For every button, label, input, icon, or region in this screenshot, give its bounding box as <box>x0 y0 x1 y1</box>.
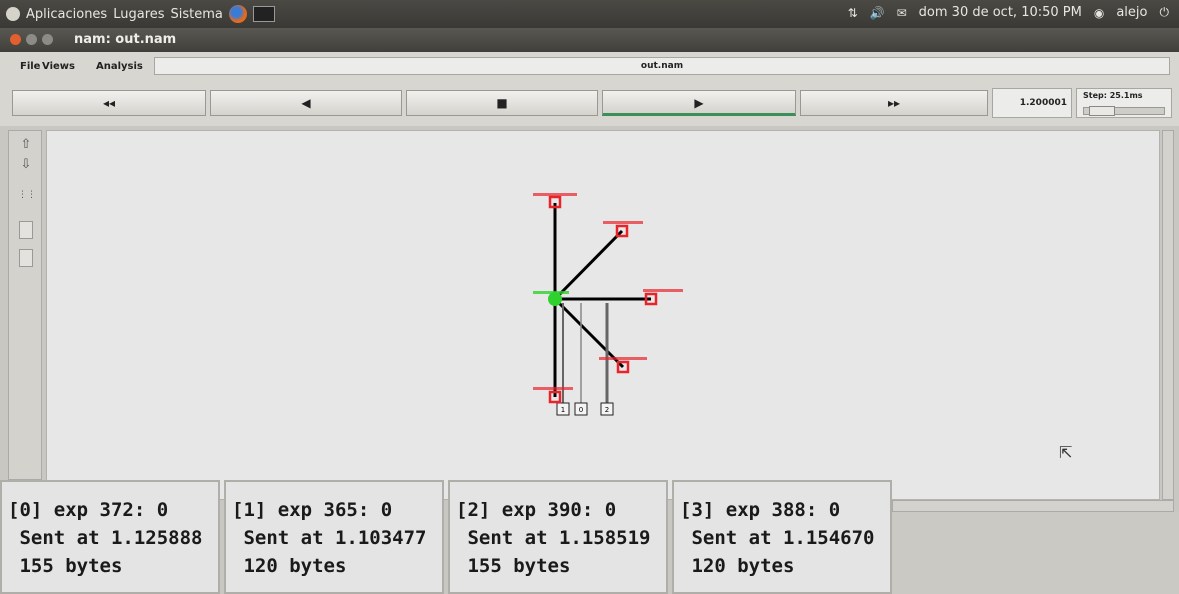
user-icon: ◉ <box>1093 5 1105 20</box>
firefox-icon[interactable] <box>228 5 247 23</box>
zoom-toolbar: ⇧ ⇩ ⋮⋮ <box>8 130 42 480</box>
menu-lugares[interactable]: Lugares <box>113 7 164 22</box>
packet-id: [0] exp 372: 0 <box>8 499 169 521</box>
power-icon[interactable]: ⏻ <box>1160 5 1170 20</box>
node-label-5 <box>533 387 573 390</box>
stop-button[interactable]: ■ <box>406 90 598 116</box>
gnome-foot-icon[interactable] <box>6 7 20 21</box>
window-title: nam: out.nam <box>74 32 177 47</box>
link-0-4 <box>553 297 625 369</box>
packet-info-panel[interactable]: [1] exp 365: 0 Sent at 1.103477 120 byte… <box>224 480 444 594</box>
queue-label-0: 0 <box>579 406 583 414</box>
bottom-area <box>892 512 1179 594</box>
step-slider-thumb[interactable] <box>1089 106 1115 116</box>
packet-sent-time: Sent at 1.125888 <box>8 527 203 549</box>
volume-icon[interactable]: 🔊 <box>870 6 885 20</box>
simulation-time: 1.200001 <box>992 88 1072 118</box>
packet-id: [1] exp 365: 0 <box>232 499 393 521</box>
system-panel: Aplicaciones Lugares Sistema ⇅ 🔊 ✉ dom 3… <box>0 0 1179 28</box>
step-control: Step: 25.1ms <box>1076 88 1172 118</box>
packet-sent-time: Sent at 1.158519 <box>456 527 651 549</box>
minimize-window-button[interactable] <box>26 34 37 45</box>
packet-sent-time: Sent at 1.154670 <box>680 527 875 549</box>
toggle-button-a[interactable] <box>19 221 33 239</box>
node-label-2 <box>603 221 643 224</box>
packet-size: 120 bytes <box>680 555 795 577</box>
window-title-bar: nam: out.nam <box>0 28 1179 52</box>
vertical-scrollbar[interactable] <box>1162 130 1174 500</box>
close-window-button[interactable] <box>10 34 21 45</box>
packet-info-panel[interactable]: [3] exp 388: 0 Sent at 1.154670 120 byte… <box>672 480 892 594</box>
packet-size: 155 bytes <box>456 555 571 577</box>
terminal-icon[interactable] <box>252 6 275 22</box>
node-label-3 <box>643 289 683 292</box>
packet-id: [3] exp 388: 0 <box>680 499 841 521</box>
node-label-4 <box>599 357 647 360</box>
trace-file-name: out.nam <box>154 57 1170 75</box>
menu-file[interactable]: File <box>20 61 40 72</box>
packet-sent-time: Sent at 1.103477 <box>232 527 427 549</box>
menu-sistema[interactable]: Sistema <box>171 7 223 22</box>
maximize-window-button[interactable] <box>42 34 53 45</box>
router-node-0[interactable] <box>548 292 562 306</box>
step-back-button[interactable]: ◀ <box>210 90 402 116</box>
packet-size: 155 bytes <box>8 555 123 577</box>
packet-info-panel[interactable]: [0] exp 372: 0 Sent at 1.125888 155 byte… <box>0 480 220 594</box>
rewind-button[interactable]: ◂◂ <box>12 90 206 116</box>
node-label-1 <box>533 193 577 196</box>
menu-bar: File Views Analysis out.nam <box>0 52 1179 83</box>
toggle-button-b[interactable] <box>19 249 33 267</box>
network-icon[interactable]: ⇅ <box>848 6 858 20</box>
user-name[interactable]: alejo <box>1116 5 1147 20</box>
clock[interactable]: dom 30 de oct, 10:50 PM <box>919 5 1082 20</box>
packet-id: [2] exp 390: 0 <box>456 499 617 521</box>
zoom-in-icon[interactable]: ⇧ <box>18 137 34 153</box>
menu-views[interactable]: Views <box>42 61 75 72</box>
play-button[interactable]: ▶ <box>602 90 796 116</box>
zoom-out-icon[interactable]: ⇩ <box>18 157 34 173</box>
topology-graph: 1 0 2 <box>533 193 683 416</box>
menu-aplicaciones[interactable]: Aplicaciones <box>26 7 107 22</box>
network-canvas[interactable]: 1 0 2 ⇱ <box>46 130 1160 500</box>
step-label: Step: 25.1ms <box>1083 91 1143 100</box>
mail-icon[interactable]: ✉ <box>897 6 907 20</box>
queue-label-2: 2 <box>605 406 609 414</box>
menu-analysis[interactable]: Analysis <box>96 61 143 72</box>
packet-size: 120 bytes <box>232 555 347 577</box>
link-0-2 <box>553 229 624 301</box>
playback-controls: ◂◂ ◀ ■ ▶ ▸▸ 1.200001 Step: 25.1ms <box>0 82 1179 126</box>
fast-forward-button[interactable]: ▸▸ <box>800 90 988 116</box>
queue-label-1: 1 <box>561 406 565 414</box>
horizontal-scrollbar[interactable] <box>892 500 1174 512</box>
packet-info-panel[interactable]: [2] exp 390: 0 Sent at 1.158519 155 byte… <box>448 480 668 594</box>
layout-icon[interactable]: ⋮⋮ <box>18 187 36 203</box>
mouse-pointer-icon: ⇱ <box>1059 443 1073 462</box>
